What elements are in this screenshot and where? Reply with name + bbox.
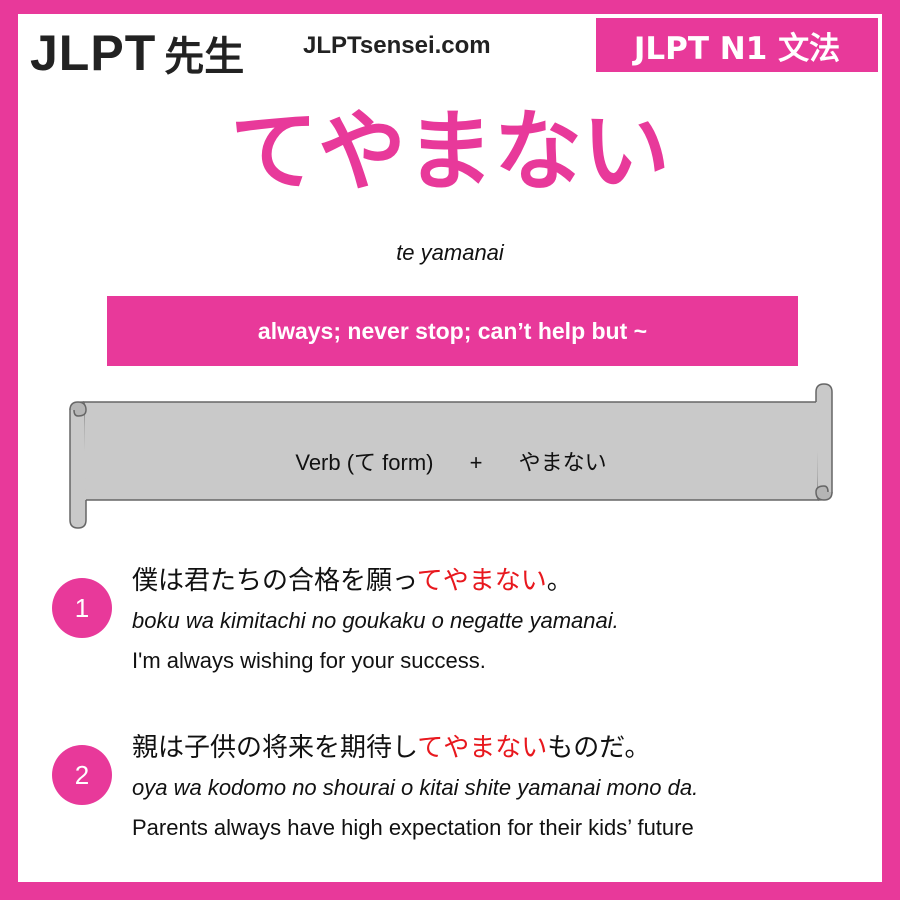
grammar-title: てやまない xyxy=(229,100,670,203)
logo[interactable]: JLPT 先生 xyxy=(30,24,244,82)
example-romaji: boku wa kimitachi no goukaku o negatte y… xyxy=(132,608,619,633)
logo-kanji: 先生 xyxy=(164,34,245,80)
example-english: I'm always wishing for your success. xyxy=(132,648,486,673)
site-url[interactable]: JLPTsensei.com xyxy=(303,32,491,60)
jp-highlight: てやまない xyxy=(416,566,547,596)
grammar-romaji: te yamanai xyxy=(396,240,504,265)
jp-text: 僕は君たちの合格を願っ xyxy=(132,566,417,596)
example-japanese: 親は子供の将来を期待してやまないものだ。 xyxy=(132,727,650,764)
example-japanese: 僕は君たちの合格を願ってやまない。 xyxy=(132,560,573,597)
example-romaji: oya wa kodomo no shourai o kitai shite y… xyxy=(132,775,699,800)
example-english: Parents always have high expectation for… xyxy=(132,815,694,840)
formation-part1: Verb (て form) xyxy=(295,450,434,475)
meaning-banner: always; never stop; can’t help but ~ xyxy=(107,296,798,366)
jp-text: 親は子供の将来を期待し xyxy=(132,733,418,763)
jp-highlight: てやまない xyxy=(417,733,548,763)
meaning-text: always; never stop; can’t help but ~ xyxy=(257,317,648,344)
jp-text-end: ものだ。 xyxy=(547,733,651,763)
level-badge: JLPT N1 文法 xyxy=(592,14,882,76)
jp-text-end: 。 xyxy=(546,566,573,596)
example-number: 1 xyxy=(52,578,112,638)
logo-text: JLPT xyxy=(30,25,157,81)
example-number: 2 xyxy=(52,745,112,805)
formation-plus: + xyxy=(469,450,483,475)
formation-part2: やまない xyxy=(518,450,607,475)
formation: Verb (て form) + やまない xyxy=(66,445,836,477)
